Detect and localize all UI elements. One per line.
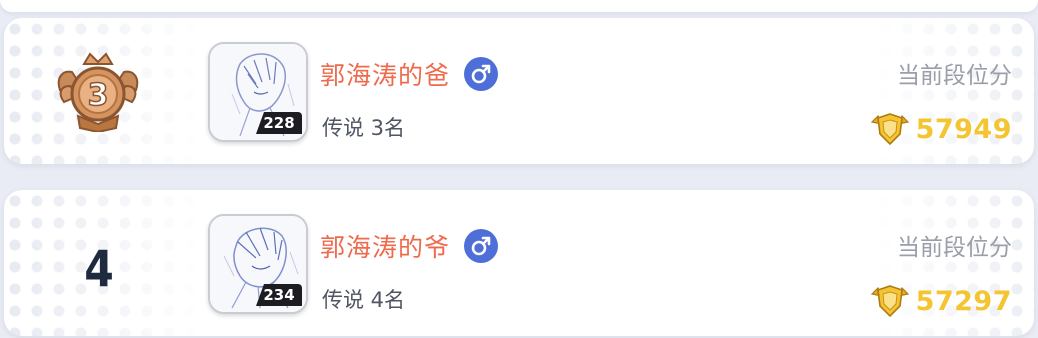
gold-shield-icon — [870, 285, 909, 318]
svg-text:3: 3 — [88, 78, 109, 113]
tier-rank-text: 传说 4名 — [322, 288, 406, 312]
leaderboard-row-3[interactable]: 3 228 郭海涛的爸 传说 3名 当前段位分 57949 — [4, 18, 1034, 164]
score-label: 当前段位分 — [897, 63, 1012, 89]
bronze-medal-icon: 3 — [57, 52, 139, 132]
score-value: 57297 — [915, 285, 1012, 317]
male-symbol-icon — [464, 229, 499, 263]
rank-number: 4 — [84, 240, 114, 298]
tier-rank-text: 传说 3名 — [322, 116, 406, 140]
male-symbol-icon — [464, 57, 499, 91]
level-badge: 234 — [256, 284, 302, 306]
score-row: 57949 — [870, 112, 1012, 146]
avatar[interactable]: 228 — [208, 42, 308, 142]
score-value: 57949 — [915, 113, 1012, 145]
name-row: 郭海涛的爸 — [320, 56, 499, 92]
gold-shield-icon — [870, 113, 909, 146]
avatar[interactable]: 234 — [208, 214, 308, 314]
score-label: 当前段位分 — [897, 235, 1012, 261]
previous-card-edge — [0, 0, 1038, 12]
score-row: 57297 — [870, 284, 1012, 318]
level-badge: 228 — [256, 112, 302, 134]
player-name[interactable]: 郭海涛的爷 — [320, 228, 450, 264]
leaderboard-row-4[interactable]: 4 234 郭海涛的爷 传说 4名 当前段位分 57297 — [4, 190, 1034, 336]
name-row: 郭海涛的爷 — [320, 228, 499, 264]
player-name[interactable]: 郭海涛的爸 — [320, 56, 450, 92]
